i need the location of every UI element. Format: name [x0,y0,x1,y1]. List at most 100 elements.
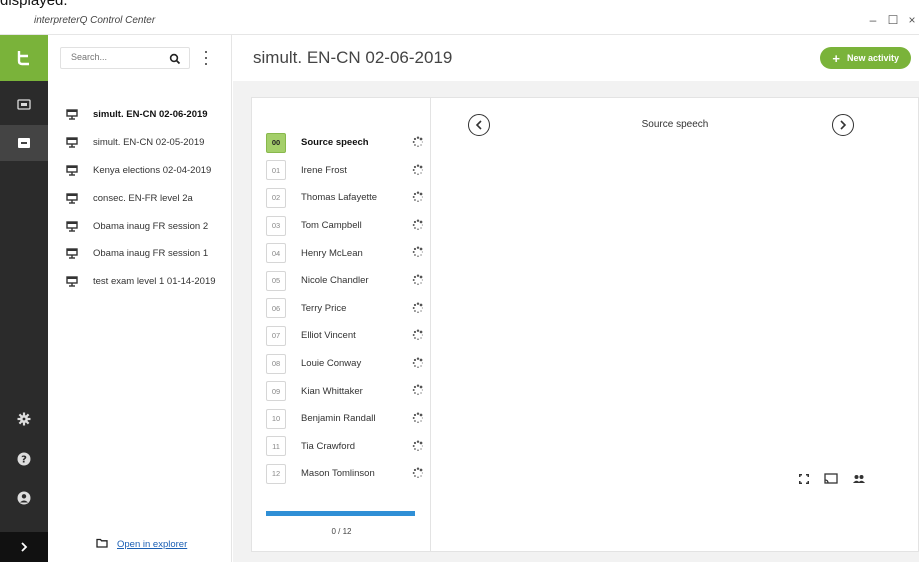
channel-number: 05 [266,270,286,291]
viewer-toolbar [798,473,880,485]
main-area: simult. EN-CN 02-06-2019 + New activity … [233,35,919,562]
cast-icon[interactable] [824,473,838,485]
channel-panel: 00 Source speech 01 Irene Frost 02 Thomas Laf… [252,98,431,551]
expand-icon[interactable] [798,473,810,485]
left-rail: ? [0,35,48,562]
session-label: consec. EN-FR level 2a [93,192,193,204]
new-activity-button[interactable]: + New activity [820,47,911,69]
session-item[interactable]: Kenya elections 02-04-2019 [66,157,228,185]
close-button[interactable]: × [905,13,919,27]
channel-name: Henry McLean [301,247,363,259]
caption-text: displayed. [0,0,68,9]
channel-number: 01 [266,160,286,181]
session-item[interactable]: consec. EN-FR level 2a [66,184,228,212]
channel-number: 02 [266,187,286,208]
channel-name: Nicole Chandler [301,275,369,287]
channel-number: 06 [266,298,286,319]
title-bar: interpreterQ Control Center – ☐ × [0,9,919,35]
channel-row[interactable]: 07 Elliot Vincent [266,322,426,350]
channel-row[interactable]: 06 Terry Price [266,295,426,323]
session-label: simult. EN-CN 02-06-2019 [93,109,208,121]
search-input[interactable] [71,52,161,62]
chevron-right-icon [840,120,847,130]
channel-name: Terry Price [301,302,347,314]
progress-label: 0 / 12 [331,527,352,536]
session-card: 00 Source speech 01 Irene Frost 02 Thomas Laf… [251,97,919,552]
monitor-icon [66,137,78,148]
logo-icon[interactable] [0,35,48,81]
people-icon[interactable] [852,473,866,485]
monitor-icon [66,276,78,287]
maximize-button[interactable]: ☐ [886,13,900,27]
channel-name: Tia Crawford [301,440,356,452]
channel-row[interactable]: 00 Source speech [266,129,426,157]
session-item[interactable]: simult. EN-CN 02-05-2019 [66,129,228,157]
help-icon[interactable]: ? [0,441,48,477]
channel-name: Benjamin Randall [301,413,376,425]
search-icon[interactable] [169,52,181,70]
gear-icon[interactable] [0,401,48,437]
inbox-icon[interactable] [0,125,48,161]
session-item[interactable]: test exam level 1 01-14-2019 [66,268,228,296]
monitor-icon [66,165,78,176]
loading-spinner-icon [412,191,424,206]
open-explorer: Open in explorer [96,538,187,551]
session-item[interactable]: simult. EN-CN 02-06-2019 [66,101,228,129]
channel-row[interactable]: 10 Benjamin Randall [266,405,426,433]
loading-spinner-icon [412,440,424,455]
progress-bar [266,511,415,516]
channel-row[interactable]: 08 Louie Conway [266,350,426,378]
loading-spinner-icon [412,384,424,399]
loading-spinner-icon [412,164,424,179]
channel-name: Louie Conway [301,358,362,370]
channel-number: 00 [266,132,286,153]
channel-row[interactable]: 12 Mason Tomlinson [266,460,426,488]
folder-icon [96,538,108,551]
channel-number: 07 [266,325,286,346]
loading-spinner-icon [412,412,424,427]
channel-row[interactable]: 03 Tom Campbell [266,212,426,240]
loading-spinner-icon [412,246,424,261]
page-title: simult. EN-CN 02-06-2019 [253,48,453,67]
channel-row[interactable]: 05 Nicole Chandler [266,267,426,295]
channel-row[interactable]: 09 Kian Whittaker [266,377,426,405]
plus-icon: + [832,50,840,66]
channel-name: Irene Frost [301,164,347,176]
session-item[interactable]: Obama inaug FR session 1 [66,240,228,268]
loading-spinner-icon [412,274,424,289]
page-header: simult. EN-CN 02-06-2019 + New activity [233,35,919,81]
user-icon[interactable] [0,480,48,516]
open-explorer-link[interactable]: Open in explorer [117,539,187,550]
new-activity-label: New activity [846,53,899,63]
monitor-icon [66,248,78,260]
channel-number: 10 [266,408,286,429]
channel-row[interactable]: 02 Thomas Lafayette [266,184,426,212]
session-label: simult. EN-CN 02-05-2019 [93,137,205,149]
viewer-panel: Source speech [432,98,918,551]
svg-text:?: ? [21,455,27,466]
loading-spinner-icon [412,302,424,317]
session-label: Kenya elections 02-04-2019 [93,164,212,176]
next-button[interactable] [832,114,854,136]
loading-spinner-icon [412,219,424,234]
search-box[interactable] [60,47,190,69]
session-list: simult. EN-CN 02-06-2019 simult. EN-CN 0… [66,101,228,296]
expand-rail-button[interactable] [0,532,48,562]
channel-number: 11 [266,436,286,457]
session-item[interactable]: Obama inaug FR session 2 [66,212,228,240]
more-menu-icon[interactable] [200,51,212,65]
channel-number: 03 [266,215,286,236]
chevron-right-icon [21,542,28,552]
recordings-icon[interactable] [0,87,48,123]
channel-name: Thomas Lafayette [301,192,378,204]
channel-number: 12 [266,463,286,484]
minimize-button[interactable]: – [866,13,880,27]
monitor-icon [66,193,78,204]
session-list-panel: simult. EN-CN 02-06-2019 simult. EN-CN 0… [48,35,232,562]
channel-name: Source speech [301,137,369,149]
channel-row[interactable]: 04 Henry McLean [266,239,426,267]
session-label: Obama inaug FR session 2 [93,220,209,232]
channel-row[interactable]: 01 Irene Frost [266,157,426,185]
loading-spinner-icon [412,329,424,344]
channel-row[interactable]: 11 Tia Crawford [266,433,426,461]
